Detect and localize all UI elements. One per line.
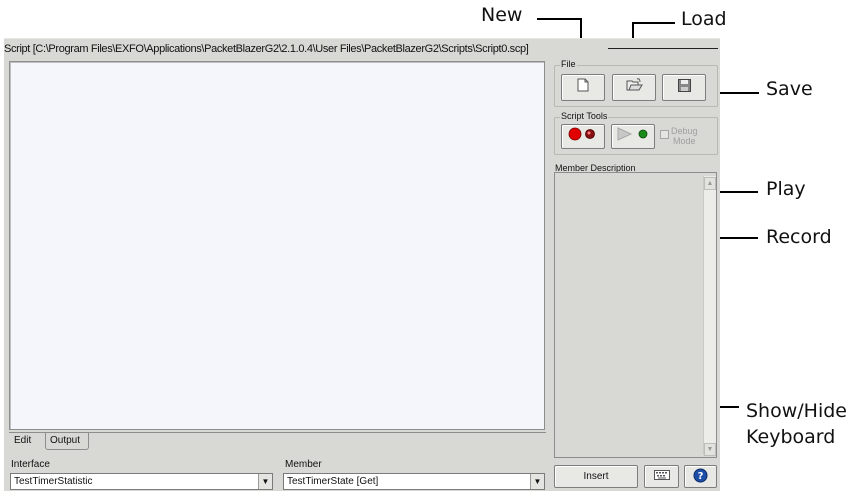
callout-save: Save <box>766 78 813 100</box>
play-icon <box>616 127 650 146</box>
help-button[interactable]: ? <box>684 465 717 488</box>
tab-output[interactable]: Output <box>45 433 89 450</box>
open-folder-icon <box>626 78 643 97</box>
tab-strip-line <box>9 432 546 433</box>
callout-new: New <box>481 4 523 26</box>
callout-load: Load <box>681 8 727 30</box>
callout-play: Play <box>766 178 806 200</box>
new-button[interactable] <box>561 74 605 101</box>
scroll-up-icon[interactable]: ▲ <box>704 177 716 190</box>
debug-mode-label-line2: Mode <box>673 136 696 146</box>
script-editor[interactable] <box>9 61 545 430</box>
member-select[interactable]: TestTimerState [Get] ▼ <box>283 473 545 490</box>
callout-record: Record <box>766 226 832 248</box>
help-icon: ? <box>693 468 708 486</box>
record-icon <box>567 127 599 146</box>
title-separator <box>608 48 718 49</box>
callout-show-hide-keyboard-line2: Keyboard <box>746 426 836 448</box>
debug-mode-checkbox[interactable] <box>660 130 669 139</box>
interface-label: Interface <box>11 459 50 470</box>
member-label: Member <box>285 459 322 470</box>
scroll-down-icon[interactable]: ▼ <box>704 443 716 456</box>
file-group-label: File <box>560 59 577 69</box>
show-hide-keyboard-button[interactable] <box>644 465 679 488</box>
play-button[interactable] <box>611 124 655 149</box>
floppy-disk-icon <box>677 78 691 97</box>
debug-mode-label: Debug Mode <box>671 126 698 146</box>
keyboard-icon <box>653 470 670 483</box>
interface-select-value: TestTimerStatistic <box>14 476 93 487</box>
save-button[interactable] <box>662 74 706 101</box>
tab-edit[interactable]: Edit <box>10 433 41 450</box>
member-dropdown-arrow-icon[interactable]: ▼ <box>530 474 544 489</box>
interface-dropdown-arrow-icon[interactable]: ▼ <box>258 474 272 489</box>
debug-mode-label-line1: Debug <box>671 126 698 136</box>
window-title: Script [C:\Program Files\EXFO\Applicatio… <box>4 43 529 55</box>
svg-text:?: ? <box>698 471 704 482</box>
description-scrollbar[interactable] <box>703 176 716 455</box>
load-button[interactable] <box>612 74 656 101</box>
record-button[interactable] <box>561 124 605 149</box>
interface-select[interactable]: TestTimerStatistic ▼ <box>10 473 273 490</box>
insert-button[interactable]: Insert <box>554 465 638 488</box>
callout-show-hide-keyboard-line1: Show/Hide <box>746 400 847 422</box>
member-select-value: TestTimerState [Get] <box>287 476 379 487</box>
script-tools-label: Script Tools <box>560 111 609 121</box>
new-document-icon <box>577 78 589 97</box>
member-description-panel <box>554 172 717 458</box>
